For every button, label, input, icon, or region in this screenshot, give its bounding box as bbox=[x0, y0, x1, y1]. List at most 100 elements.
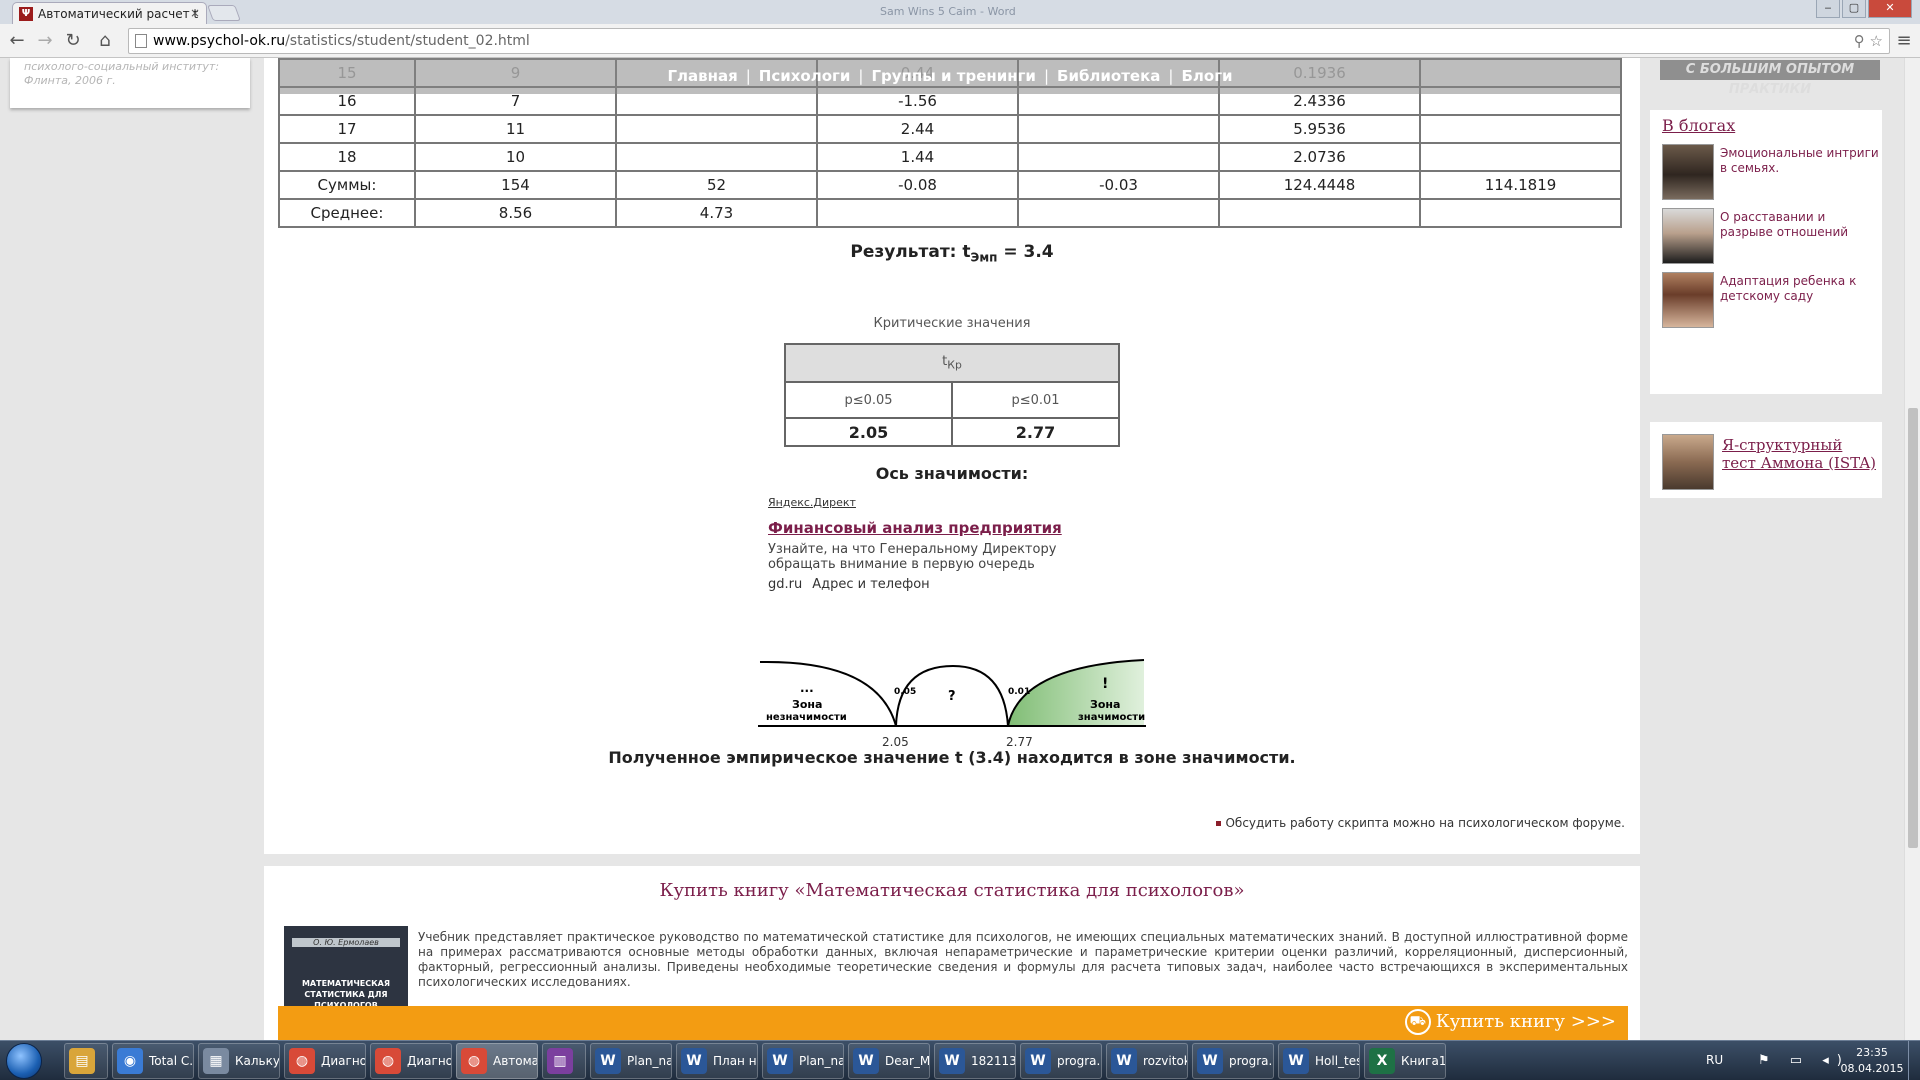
nav-item-groups[interactable]: Группы и тренинги bbox=[871, 67, 1036, 85]
table-cell bbox=[1419, 114, 1622, 144]
scrollbar-thumb[interactable] bbox=[1908, 408, 1918, 848]
reload-icon[interactable]: ↻ bbox=[62, 30, 84, 51]
taskbar-item[interactable]: ◉ Total C... bbox=[112, 1043, 194, 1079]
result-line: Результат: tЭмп = 3.4 bbox=[264, 242, 1640, 264]
taskbar-item[interactable]: ▦ Кальку... bbox=[198, 1043, 280, 1079]
significant-excl-label: ! bbox=[1102, 676, 1108, 692]
forum-link[interactable]: Обсудить работу скрипта можно на психоло… bbox=[1225, 816, 1625, 830]
maximize-button[interactable]: ▢ bbox=[1842, 0, 1866, 18]
taskbar-item[interactable]: W Dear_M... bbox=[848, 1043, 930, 1079]
critical-values-caption: Критические значения bbox=[873, 316, 1031, 331]
omnibox-actions: ⚲ ☆ bbox=[1854, 29, 1883, 53]
clock[interactable]: 23:35 08.04.2015 bbox=[1840, 1045, 1904, 1077]
vertical-scrollbar[interactable] bbox=[1904, 58, 1920, 1040]
taskbar-item[interactable]: W Plan_na... bbox=[762, 1043, 844, 1079]
taskbar-item[interactable]: ◍ Диагно... bbox=[284, 1043, 366, 1079]
critical-value-005: 2.05 bbox=[784, 417, 953, 447]
ad-title-link[interactable]: Финансовый анализ предприятия bbox=[768, 519, 1128, 537]
minimize-button[interactable]: ‒ bbox=[1816, 0, 1840, 18]
blogs-heading[interactable]: В блогах bbox=[1662, 116, 1735, 135]
right-zone-label-2: значимости bbox=[1078, 712, 1145, 723]
table-cell: 124.4448 bbox=[1218, 170, 1421, 200]
bookmark-star-icon[interactable]: ☆ bbox=[1870, 32, 1883, 50]
uncertain-zone-label: ? bbox=[948, 689, 956, 704]
nav-item-blogs[interactable]: Блоги bbox=[1181, 67, 1232, 85]
new-tab-button[interactable] bbox=[207, 5, 241, 21]
url-path: /statistics/student/student_02.html bbox=[285, 33, 530, 49]
tab-strip: Ψ Автоматический расчет t × Sam Wins 5 C… bbox=[0, 0, 1920, 24]
nav-item-home[interactable]: Главная bbox=[667, 67, 737, 85]
buy-book-button[interactable]: ⛟ Купить книгу >>> bbox=[1404, 1009, 1616, 1035]
critical-value-001: 2.77 bbox=[951, 417, 1120, 447]
browser-tab-active[interactable]: Ψ Автоматический расчет t × bbox=[12, 2, 207, 24]
total-commander-icon: ◉ bbox=[117, 1048, 143, 1074]
tray-icons[interactable]: ⚑ ▭ ◂) bbox=[1758, 1053, 1850, 1068]
ista-test-link[interactable]: Я-структурный тест Аммона (ISTA) bbox=[1722, 436, 1878, 472]
chrome-icon: ◍ bbox=[289, 1048, 315, 1074]
back-arrow-icon[interactable]: ← bbox=[6, 30, 28, 51]
word-icon: W bbox=[1283, 1048, 1309, 1074]
taskbar-item-label: progra... bbox=[1057, 1054, 1101, 1068]
result-value: = 3.4 bbox=[997, 242, 1054, 262]
word-icon: W bbox=[681, 1048, 707, 1074]
book-promo: Купить книгу «Математическая статистика … bbox=[264, 866, 1640, 1040]
taskbar-item[interactable]: W Holl_tes... bbox=[1278, 1043, 1360, 1079]
taskbar-item[interactable]: ◍ Диагно... bbox=[370, 1043, 452, 1079]
book-heading[interactable]: Купить книгу «Математическая статистика … bbox=[264, 880, 1640, 901]
word-icon: W bbox=[595, 1048, 621, 1074]
language-indicator[interactable]: RU bbox=[1706, 1053, 1723, 1067]
tab-close-icon[interactable]: × bbox=[190, 6, 200, 20]
ad-domain-line: gd.ru Адрес и телефон bbox=[768, 577, 1128, 592]
left-card-text: психолого-социальный институт: Флинта, 2… bbox=[24, 60, 220, 87]
taskbar-item[interactable]: W План н... bbox=[676, 1043, 758, 1079]
nav-item-library[interactable]: Библиотека bbox=[1057, 67, 1160, 85]
show-desktop-button[interactable] bbox=[1908, 1041, 1920, 1080]
nav-item-psychologists[interactable]: Психологи bbox=[759, 67, 851, 85]
table-row: Суммы: 154 52 -0.08 -0.03 124.4448 114.1819 bbox=[278, 170, 1622, 200]
taskbar-item-label: Книга1 ... bbox=[1401, 1054, 1446, 1068]
word-icon: W bbox=[1111, 1048, 1137, 1074]
table-row: Среднее: 8.56 4.73 bbox=[278, 198, 1622, 228]
taskbar-item[interactable]: Wrozvitok... bbox=[1106, 1043, 1188, 1079]
blogs-widget: В блогах Эмоциональные интриги в семьях.… bbox=[1650, 110, 1882, 394]
ad-source[interactable]: Яндекс.Директ bbox=[768, 496, 1128, 509]
table-cell: 154 bbox=[414, 170, 617, 200]
calculator-icon: ▦ bbox=[203, 1048, 229, 1074]
window-controls: ‒ ▢ ✕ bbox=[1816, 0, 1912, 18]
ad-description: Узнайте, на что Генеральному Директору о… bbox=[768, 542, 1057, 572]
p-level-001: p≤0.01 bbox=[951, 381, 1120, 419]
table-cell: 18 bbox=[278, 142, 416, 172]
taskbar-item[interactable]: X Книга1 ... bbox=[1364, 1043, 1446, 1079]
ad-address-link[interactable]: Адрес и телефон bbox=[812, 577, 929, 592]
critical-header: tКр bbox=[784, 343, 1120, 383]
taskbar-item[interactable]: ▥ bbox=[542, 1043, 586, 1079]
taskbar-item[interactable]: ◍ Автома... bbox=[456, 1043, 538, 1079]
forward-arrow-icon[interactable]: → bbox=[34, 30, 56, 51]
taskbar-item[interactable]: W 182113_... bbox=[934, 1043, 1016, 1079]
blog-item-title[interactable]: Эмоциональные интриги в семьях. bbox=[1720, 146, 1880, 176]
ad-domain[interactable]: gd.ru bbox=[768, 577, 802, 592]
taskbar-item[interactable]: Wprogra... bbox=[1192, 1043, 1274, 1079]
taskbar-item[interactable]: W Plan_na... bbox=[590, 1043, 672, 1079]
word-icon: W bbox=[1197, 1048, 1223, 1074]
table-cell: -0.08 bbox=[816, 170, 1019, 200]
taskbar-item-label: 182113_... bbox=[971, 1054, 1015, 1068]
browser-menu-icon[interactable]: ≡ bbox=[1893, 30, 1915, 51]
home-icon[interactable]: ⌂ bbox=[94, 30, 116, 51]
taskbar-item-label: progra... bbox=[1229, 1054, 1273, 1068]
table-cell bbox=[1017, 142, 1220, 172]
taskbar-item-label: Holl_tes... bbox=[1315, 1054, 1359, 1068]
nav-separator: | bbox=[1168, 67, 1174, 85]
blog-item-title[interactable]: О расставании и разрыве отношений bbox=[1720, 210, 1880, 240]
taskbar-item[interactable]: Wprogra... bbox=[1020, 1043, 1102, 1079]
taskbar-item[interactable]: ▤ bbox=[64, 1043, 108, 1079]
right-zone-label-1: Зона bbox=[1090, 698, 1120, 711]
close-window-button[interactable]: ✕ bbox=[1868, 0, 1912, 18]
table-cell: 114.1819 bbox=[1419, 170, 1622, 200]
address-bar[interactable]: www.psychol-ok.ru/statistics/student/stu… bbox=[128, 28, 1890, 54]
taskbar-item-label: rozvitok... bbox=[1143, 1054, 1187, 1068]
table-cell bbox=[615, 142, 818, 172]
blog-item-title[interactable]: Адаптация ребенка к детскому саду bbox=[1720, 274, 1880, 304]
start-button-icon[interactable] bbox=[6, 1043, 42, 1079]
zoom-icon[interactable]: ⚲ bbox=[1854, 32, 1865, 50]
